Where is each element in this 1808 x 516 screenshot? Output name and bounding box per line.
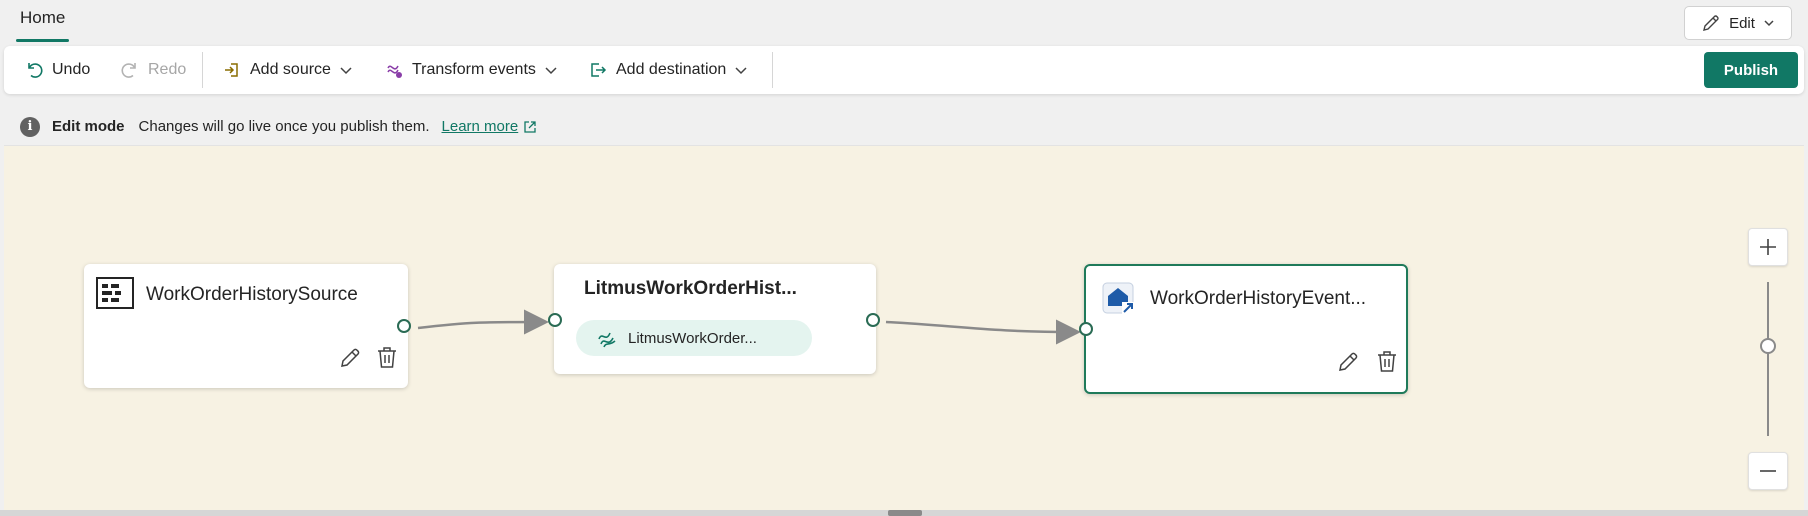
zoom-out-icon [1760, 470, 1776, 472]
eventhouse-icon [1102, 282, 1134, 314]
zoom-in-button[interactable] [1748, 228, 1788, 266]
source-node[interactable]: WorkOrderHistorySource [84, 264, 408, 388]
pencil-icon[interactable] [1336, 350, 1360, 374]
stream-output-port[interactable] [866, 313, 880, 327]
stream-node-title: LitmusWorkOrderHist... [584, 278, 797, 299]
source-grid-icon [96, 277, 134, 309]
stream-input-port[interactable] [548, 313, 562, 327]
pencil-icon[interactable] [338, 346, 362, 370]
destination-input-port[interactable] [1079, 322, 1093, 336]
delete-icon[interactable] [376, 346, 398, 370]
zoom-slider-thumb[interactable] [1760, 338, 1776, 354]
destination-node[interactable]: WorkOrderHistoryEvent... [1084, 264, 1408, 394]
edge-source-to-stream [417, 309, 549, 335]
zoom-out-button[interactable] [1748, 452, 1788, 490]
delete-icon[interactable] [1376, 350, 1398, 374]
edge-stream-to-destination [885, 319, 1081, 345]
stream-node[interactable]: LitmusWorkOrderHist... LitmusWorkOrder..… [554, 264, 876, 374]
source-node-title: WorkOrderHistorySource [146, 284, 358, 305]
scrollbar-thumb[interactable] [888, 510, 922, 516]
destination-node-title: WorkOrderHistoryEvent... [1150, 288, 1367, 309]
stream-icon [598, 332, 616, 348]
connections [417, 309, 1081, 345]
source-output-port[interactable] [397, 319, 411, 333]
zoom-in-icon [1760, 239, 1776, 255]
zoom-slider-track[interactable] [1767, 282, 1769, 436]
stream-chip-label: LitmusWorkOrder... [628, 329, 757, 347]
stream-chip[interactable]: LitmusWorkOrder... [576, 320, 812, 356]
